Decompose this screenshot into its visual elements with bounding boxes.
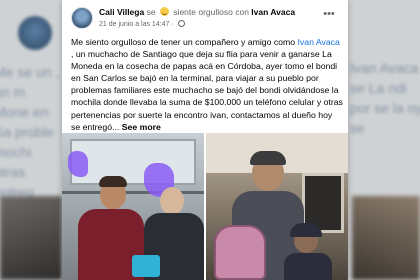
more-options-icon[interactable]: ••• <box>320 8 338 22</box>
feeling-prefix: se <box>146 7 156 17</box>
post-header: Cali Villega se siente orgulloso con Iva… <box>62 0 348 34</box>
man-front-body <box>284 253 332 280</box>
bus-window <box>70 139 196 185</box>
facebook-post-card: Cali Villega se siente orgulloso con Iva… <box>62 0 348 280</box>
background-text-left: Me se un , un m Mone en Sa proble mochi … <box>0 64 60 200</box>
background-photo-left <box>0 196 62 280</box>
man-front-hood <box>290 223 322 237</box>
globe-icon <box>177 20 185 27</box>
feeling-text: siente orgulloso con <box>173 7 249 17</box>
background-text-right: Ivan Avaca se La ndi por se la oy se <box>350 60 420 136</box>
background-photo-right <box>352 196 420 280</box>
background-avatar <box>18 16 52 50</box>
man-back-cap <box>250 151 286 165</box>
date-separator: · <box>171 21 174 28</box>
man-left-hair <box>99 176 127 187</box>
author-line: Cali Villega se siente orgulloso con Iva… <box>99 7 329 17</box>
bus-handrail <box>62 191 204 194</box>
post-date[interactable]: 21 de junio a las 14:47 <box>99 21 169 28</box>
author-avatar[interactable] <box>71 7 93 29</box>
proud-emoji-icon <box>159 7 169 16</box>
blue-object <box>132 255 160 277</box>
purple-sticker-left <box>68 151 88 177</box>
post-photo-right[interactable] <box>206 133 348 280</box>
post-meta: 21 de junio a las 14:47 · <box>99 20 185 28</box>
post-photo-left[interactable] <box>62 133 204 280</box>
post-text-start: Me siento orgulloso de tener un compañer… <box>71 37 296 47</box>
man-right-head <box>160 187 184 215</box>
tagged-user[interactable]: Ivan Avaca <box>251 7 295 17</box>
see-more-link[interactable]: See more <box>122 122 161 132</box>
author-name[interactable]: Cali Villega <box>99 7 144 17</box>
pink-backpack <box>214 225 266 280</box>
post-text-rest: , un muchacho de Santiago que deja su fl… <box>71 49 343 132</box>
post-body: Me siento orgulloso de tener un compañer… <box>71 36 343 133</box>
mention-link[interactable]: Ivan Avaca <box>298 37 340 47</box>
